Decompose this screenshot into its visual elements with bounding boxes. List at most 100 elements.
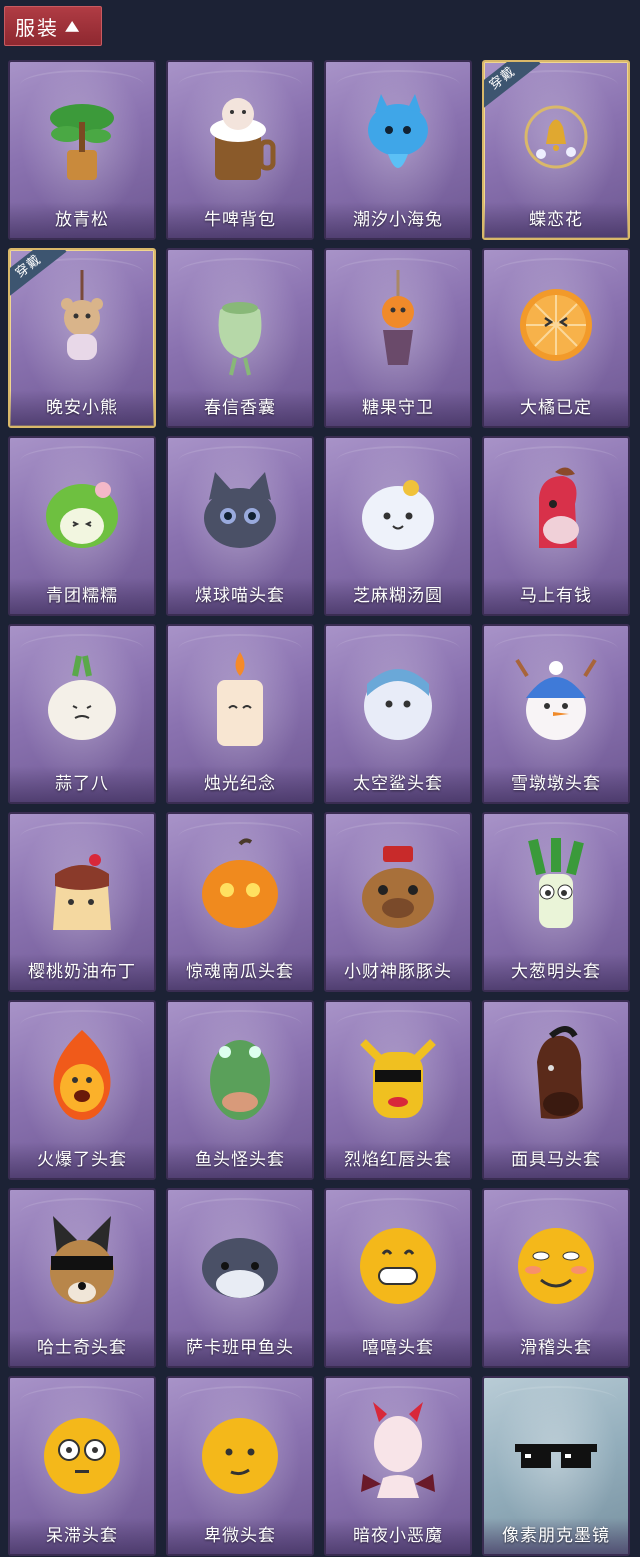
category-title: 服装 [15, 15, 59, 40]
orange-slice-icon [511, 270, 601, 380]
candy-guard-charm-icon [353, 270, 443, 380]
costume-name: 放青松 [10, 202, 154, 238]
fire-mask-icon [37, 1022, 127, 1132]
costume-card[interactable]: 嘻嘻头套 [324, 1188, 472, 1368]
costume-name: 鱼头怪头套 [168, 1142, 312, 1178]
costume-card[interactable]: 呆滞头套 [8, 1376, 156, 1556]
costume-card[interactable]: 火爆了头套 [8, 1000, 156, 1180]
costume-name: 烈焰红唇头套 [326, 1142, 470, 1178]
costume-card[interactable]: 放青松 [8, 60, 156, 240]
bonsai-pine-icon [37, 82, 127, 192]
costume-name: 嘻嘻头套 [326, 1330, 470, 1366]
costume-card[interactable]: 哈士奇头套 [8, 1188, 156, 1368]
costume-card[interactable]: 春信香囊 [166, 248, 314, 428]
costume-name: 惊魂南瓜头套 [168, 954, 312, 990]
costume-name: 青团糯糯 [10, 578, 154, 614]
sachet-icon [195, 270, 285, 380]
costume-card[interactable]: 潮汐小海兔 [324, 60, 472, 240]
sea-bunny-icon [353, 82, 443, 192]
fish-mask-icon [195, 1210, 285, 1320]
costume-card[interactable]: 小财神豚豚头 [324, 812, 472, 992]
costume-card[interactable]: 卑微头套 [166, 1376, 314, 1556]
costume-name: 晚安小熊 [10, 390, 154, 426]
costume-card[interactable]: 雪墩墩头套 [482, 624, 630, 804]
costume-name: 面具马头套 [484, 1142, 628, 1178]
costume-name: 烛光纪念 [168, 766, 312, 802]
grin-emoji-mask-icon [353, 1210, 443, 1320]
costume-name: 芝麻糊汤圆 [326, 578, 470, 614]
costume-name: 萨卡班甲鱼头 [168, 1330, 312, 1366]
costume-card[interactable]: 芝麻糊汤圆 [324, 436, 472, 616]
capybara-mask-icon [353, 834, 443, 944]
costume-name: 大葱明头套 [484, 954, 628, 990]
bear-charm-icon [37, 270, 127, 380]
costume-card[interactable]: 糖果守卫 [324, 248, 472, 428]
shark-mask-icon [353, 646, 443, 756]
garlic-icon [37, 646, 127, 756]
costume-card[interactable]: 烈焰红唇头套 [324, 1000, 472, 1180]
costume-card[interactable]: 暗夜小恶魔 [324, 1376, 472, 1556]
costume-card[interactable]: 青团糯糯 [8, 436, 156, 616]
costume-name: 牛啤背包 [168, 202, 312, 238]
costume-card[interactable]: 马上有钱 [482, 436, 630, 616]
costume-name: 暗夜小恶魔 [326, 1518, 470, 1554]
yellow-mask-sunglasses-icon [353, 1022, 443, 1132]
costume-name: 潮汐小海兔 [326, 202, 470, 238]
costume-name: 滑稽头套 [484, 1330, 628, 1366]
costume-name: 小财神豚豚头 [326, 954, 470, 990]
costume-card[interactable]: 烛光纪念 [166, 624, 314, 804]
fish-head-mask-icon [195, 1022, 285, 1132]
costume-card[interactable]: 大葱明头套 [482, 812, 630, 992]
costume-name: 马上有钱 [484, 578, 628, 614]
costume-name: 呆滞头套 [10, 1518, 154, 1554]
dazed-emoji-mask-icon [37, 1398, 127, 1508]
costume-name: 蒜了八 [10, 766, 154, 802]
butterfly-bell-ornament-icon [511, 82, 601, 192]
pudding-icon [37, 834, 127, 944]
costume-name: 蝶恋花 [484, 202, 628, 238]
costume-name: 煤球喵头套 [168, 578, 312, 614]
rice-dumpling-icon [353, 458, 443, 568]
candle-icon [195, 646, 285, 756]
costume-card[interactable]: 穿戴 蝶恋花 [482, 60, 630, 240]
costume-card[interactable]: 面具马头套 [482, 1000, 630, 1180]
funny-emoji-mask-icon [511, 1210, 601, 1320]
beer-mug-cow-backpack-icon [195, 82, 285, 192]
costume-card[interactable]: 樱桃奶油布丁 [8, 812, 156, 992]
pumpkin-mask-icon [195, 834, 285, 944]
green-rice-ball-icon [37, 458, 127, 568]
costume-card[interactable]: 大橘已定 [482, 248, 630, 428]
costume-card[interactable]: 太空鲨头套 [324, 624, 472, 804]
costume-name: 像素朋克墨镜 [484, 1518, 628, 1554]
costume-name: 雪墩墩头套 [484, 766, 628, 802]
humble-emoji-mask-icon [195, 1398, 285, 1508]
black-cat-mask-icon [195, 458, 285, 568]
costume-card[interactable]: 像素朋克墨镜 [482, 1376, 630, 1556]
horse-mask-icon [511, 1022, 601, 1132]
costume-card[interactable]: 蒜了八 [8, 624, 156, 804]
chevron-up-icon: ▲ [65, 18, 82, 34]
costume-category-tab[interactable]: 服装 ▲ [4, 6, 102, 46]
costume-name: 春信香囊 [168, 390, 312, 426]
costume-name: 卑微头套 [168, 1518, 312, 1554]
costume-name: 哈士奇头套 [10, 1330, 154, 1366]
costume-grid: 放青松 牛啤背包 潮汐小海兔 穿戴 蝶恋花穿戴 晚安小熊 春信香囊 糖果守卫 大橘已定青团糯糯煤… [8, 60, 630, 1556]
pixel-sunglasses-icon [511, 1398, 601, 1508]
snowman-mask-icon [511, 646, 601, 756]
husky-mask-icon [37, 1210, 127, 1320]
costume-name: 太空鲨头套 [326, 766, 470, 802]
costume-card[interactable]: 牛啤背包 [166, 60, 314, 240]
costume-name: 火爆了头套 [10, 1142, 154, 1178]
costume-card[interactable]: 煤球喵头套 [166, 436, 314, 616]
little-devil-mask-icon [353, 1398, 443, 1508]
costume-card[interactable]: 惊魂南瓜头套 [166, 812, 314, 992]
costume-card[interactable]: 萨卡班甲鱼头 [166, 1188, 314, 1368]
costume-name: 大橘已定 [484, 390, 628, 426]
costume-name: 樱桃奶油布丁 [10, 954, 154, 990]
costume-card[interactable]: 滑稽头套 [482, 1188, 630, 1368]
scallion-mask-icon [511, 834, 601, 944]
costume-card[interactable]: 穿戴 晚安小熊 [8, 248, 156, 428]
horse-head-icon [511, 458, 601, 568]
costume-name: 糖果守卫 [326, 390, 470, 426]
costume-card[interactable]: 鱼头怪头套 [166, 1000, 314, 1180]
